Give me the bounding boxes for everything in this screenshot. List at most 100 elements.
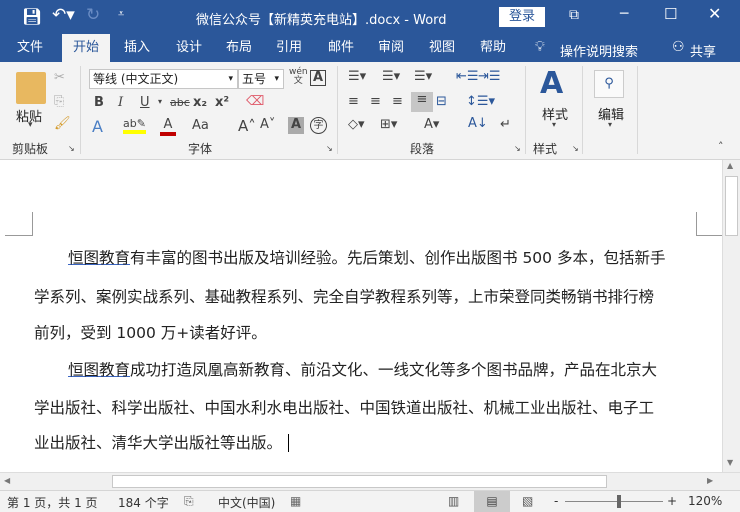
customize-qat-icon[interactable]: ⩡ — [118, 7, 124, 21]
underline-button[interactable]: U — [140, 95, 150, 110]
font-size-select[interactable]: 五号 ▾ — [238, 69, 284, 89]
maximize-button[interactable]: ☐ — [664, 5, 677, 23]
language-status[interactable]: 中文(中国) — [218, 494, 275, 511]
share-icon[interactable]: ⚇ — [672, 39, 685, 55]
redo-icon[interactable]: ↻ — [86, 5, 100, 25]
highlight-color-icon[interactable]: ab✎ — [123, 117, 146, 134]
show-marks-icon[interactable]: ↵ — [500, 117, 511, 132]
search-icon[interactable]: ⚲ — [594, 70, 624, 98]
underline-dropdown-icon[interactable]: ▾ — [158, 97, 162, 106]
distributed-icon[interactable]: ⊟ — [436, 94, 447, 109]
bullets-icon[interactable]: ☰▾ — [348, 69, 366, 84]
macro-icon[interactable]: ▦ — [290, 494, 301, 508]
change-case-button[interactable]: Aa — [192, 118, 209, 133]
tab-design[interactable]: 设计 — [166, 34, 212, 62]
asian-layout-icon[interactable]: A▾ — [424, 117, 439, 132]
zoom-out-button[interactable]: - — [554, 494, 558, 508]
align-left-icon[interactable]: ≡ — [348, 94, 359, 109]
horizontal-scrollbar[interactable]: ◀ ▶ — [0, 472, 740, 490]
character-border-icon[interactable]: A — [310, 70, 326, 86]
sort-icon[interactable]: A↓ — [468, 116, 488, 131]
tab-file[interactable]: 文件 — [6, 34, 54, 62]
scroll-up-icon[interactable]: ▲ — [727, 161, 733, 170]
tab-mailings[interactable]: 邮件 — [318, 34, 364, 62]
web-layout-icon[interactable]: ▧ — [522, 494, 533, 508]
scroll-down-icon[interactable]: ▼ — [727, 458, 733, 467]
align-right-icon[interactable]: ≡ — [392, 94, 403, 109]
page-count[interactable]: 第 1 页，共 1 页 — [7, 494, 98, 511]
tab-insert[interactable]: 插入 — [114, 34, 160, 62]
multilevel-list-icon[interactable]: ☰▾ — [414, 69, 432, 84]
tab-layout[interactable]: 布局 — [216, 34, 262, 62]
shading-icon[interactable]: ◇▾ — [348, 117, 365, 132]
print-layout-icon[interactable]: ▤ — [474, 491, 510, 512]
tab-review[interactable]: 审阅 — [368, 34, 414, 62]
link-text[interactable]: 恒图教育 — [68, 361, 130, 379]
undo-icon[interactable]: ↶▾ — [52, 5, 75, 25]
collapse-ribbon-icon[interactable]: ˄ — [718, 140, 724, 153]
paste-icon[interactable] — [16, 72, 46, 104]
read-mode-icon[interactable]: ▥ — [448, 494, 459, 508]
scroll-right-icon[interactable]: ▶ — [707, 476, 713, 485]
numbering-icon[interactable]: ☰▾ — [382, 69, 400, 84]
tell-me-search[interactable]: 操作说明搜索 — [560, 41, 638, 60]
decrease-indent-icon[interactable]: ⇤☰ — [456, 69, 479, 84]
styles-group-label: 样式 — [533, 142, 558, 156]
share-button[interactable]: 共享 — [690, 41, 716, 60]
zoom-in-button[interactable]: + — [667, 494, 677, 508]
enclose-characters-button[interactable]: 字 — [310, 117, 327, 134]
text-effects-icon[interactable]: A — [92, 117, 103, 136]
grow-font-icon[interactable]: A˄ — [238, 117, 256, 135]
tab-view[interactable]: 视图 — [419, 34, 465, 62]
title-bar: 💾︎ ↶▾ ↻ ⩡ 微信公众号【新精英充电站】.docx - Word 登录 ⧉… — [0, 0, 740, 34]
save-icon[interactable]: 💾︎ — [22, 7, 42, 26]
proofing-icon[interactable]: ⎘ — [184, 494, 194, 509]
ribbon-display-icon[interactable]: ⧉ — [569, 7, 579, 23]
document-page[interactable]: 恒图教育有丰富的图书出版及培训经验。先后策划、创作出版图书 500 多本，包括新… — [0, 160, 722, 472]
paste-dropdown-icon[interactable]: ▾ — [28, 120, 33, 130]
format-painter-icon[interactable]: 🖌︎ — [54, 116, 71, 131]
font-name-select[interactable]: 等线 (中文正文) ▾ — [89, 69, 238, 89]
link-text[interactable]: 恒图教育 — [68, 249, 130, 267]
styles-launcher-icon[interactable]: ↘ — [572, 144, 579, 153]
shrink-font-icon[interactable]: A˅ — [260, 117, 275, 132]
phonetic-guide-icon[interactable]: wén 文 — [289, 68, 308, 86]
font-color-icon[interactable]: A — [160, 117, 176, 136]
scroll-left-icon[interactable]: ◀ — [4, 476, 10, 485]
close-button[interactable]: ✕ — [708, 4, 721, 23]
cut-icon[interactable]: ✂ — [54, 70, 65, 85]
vertical-scroll-thumb[interactable] — [725, 176, 738, 236]
font-launcher-icon[interactable]: ↘ — [326, 144, 333, 153]
zoom-slider-thumb[interactable] — [617, 495, 621, 508]
copy-icon[interactable]: ⎘ — [54, 94, 64, 109]
clipboard-launcher-icon[interactable]: ↘ — [68, 144, 75, 153]
borders-icon[interactable]: ⊞▾ — [380, 117, 397, 132]
justify-icon[interactable]: ≡ — [411, 92, 433, 112]
paragraph-launcher-icon[interactable]: ↘ — [514, 144, 521, 153]
styles-dropdown-icon[interactable]: ▾ — [552, 120, 556, 129]
zoom-slider[interactable] — [565, 501, 663, 502]
tab-help[interactable]: 帮助 — [470, 34, 516, 62]
character-shading-icon[interactable]: A — [288, 117, 304, 134]
increase-indent-icon[interactable]: ⇥☰ — [478, 69, 501, 84]
superscript-button[interactable]: x² — [215, 95, 229, 110]
tab-references[interactable]: 引用 — [266, 34, 312, 62]
editing-dropdown-icon[interactable]: ▾ — [608, 120, 612, 129]
styles-icon[interactable]: A — [540, 66, 563, 101]
strikethrough-button[interactable]: abc — [170, 96, 190, 109]
login-button[interactable]: 登录 — [499, 7, 545, 27]
clear-formatting-icon[interactable]: ⌫ — [246, 94, 264, 109]
line-spacing-icon[interactable]: ↕☰▾ — [466, 94, 495, 109]
horizontal-scroll-thumb[interactable] — [112, 475, 607, 488]
margin-mark-right — [696, 212, 722, 236]
align-center-icon[interactable]: ≡ — [370, 94, 381, 109]
subscript-button[interactable]: x₂ — [193, 95, 207, 110]
tab-home[interactable]: 开始 — [62, 34, 110, 62]
vertical-scrollbar[interactable]: ▲ ▼ — [722, 160, 740, 472]
zoom-level[interactable]: 120% — [688, 494, 722, 508]
word-count[interactable]: 184 个字 — [118, 494, 169, 511]
minimize-button[interactable]: ─ — [620, 6, 628, 22]
ribbon: 粘贴 ▾ ✂ ⎘ 🖌︎ 剪贴板 ↘ 等线 (中文正文) ▾ 五号 ▾ wén 文 A … — [0, 62, 740, 160]
bold-button[interactable]: B — [94, 95, 104, 110]
italic-button[interactable]: I — [118, 95, 123, 110]
